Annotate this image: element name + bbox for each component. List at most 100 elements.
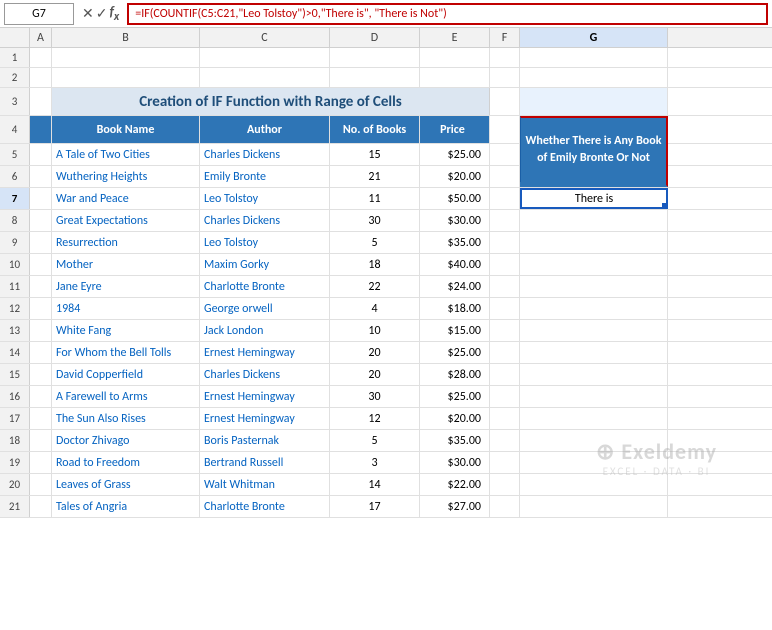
cell-E18[interactable]: $35.00: [420, 430, 490, 451]
cell-A9[interactable]: [30, 232, 52, 253]
cell-D8[interactable]: 30: [330, 210, 420, 231]
cell-G18[interactable]: [520, 430, 668, 451]
col-header-C[interactable]: C: [200, 28, 330, 47]
cell-C8[interactable]: Charles Dickens: [200, 210, 330, 231]
cell-E19[interactable]: $30.00: [420, 452, 490, 473]
cell-E10[interactable]: $40.00: [420, 254, 490, 275]
col-header-D[interactable]: D: [330, 28, 420, 47]
cell-C19[interactable]: Bertrand Russell: [200, 452, 330, 473]
cell-A17[interactable]: [30, 408, 52, 429]
cell-A13[interactable]: [30, 320, 52, 341]
cell-E16[interactable]: $25.00: [420, 386, 490, 407]
cell-G17[interactable]: [520, 408, 668, 429]
cancel-icon[interactable]: ✕: [82, 5, 94, 22]
cell-B4[interactable]: Book Name: [52, 116, 200, 143]
cell-F11[interactable]: [490, 276, 520, 297]
cell-A18[interactable]: [30, 430, 52, 451]
cell-A16[interactable]: [30, 386, 52, 407]
fill-handle[interactable]: [663, 204, 668, 209]
cell-B19[interactable]: Road to Freedom: [52, 452, 200, 473]
cell-C1[interactable]: [200, 48, 330, 67]
cell-C15[interactable]: Charles Dickens: [200, 364, 330, 385]
cell-A20[interactable]: [30, 474, 52, 495]
cell-B14[interactable]: For Whom the Bell Tolls: [52, 342, 200, 363]
cell-D21[interactable]: 17: [330, 496, 420, 517]
cell-G20[interactable]: [520, 474, 668, 495]
cell-F19[interactable]: [490, 452, 520, 473]
cell-F17[interactable]: [490, 408, 520, 429]
cell-D11[interactable]: 22: [330, 276, 420, 297]
cell-B21[interactable]: Tales of Angria: [52, 496, 200, 517]
cell-A21[interactable]: [30, 496, 52, 517]
cell-E8[interactable]: $30.00: [420, 210, 490, 231]
row-num-9[interactable]: 9: [0, 232, 30, 253]
cell-E2[interactable]: [420, 68, 490, 87]
col-header-B[interactable]: B: [52, 28, 200, 47]
cell-E17[interactable]: $20.00: [420, 408, 490, 429]
row-num-20[interactable]: 20: [0, 474, 30, 495]
cell-B16[interactable]: A Farewell to Arms: [52, 386, 200, 407]
cell-C12[interactable]: George orwell: [200, 298, 330, 319]
cell-C10[interactable]: Maxim Gorky: [200, 254, 330, 275]
cell-D1[interactable]: [330, 48, 420, 67]
row-num-7[interactable]: 7: [0, 188, 30, 209]
cell-F20[interactable]: [490, 474, 520, 495]
cell-reference-box[interactable]: G7: [4, 3, 74, 25]
cell-F7[interactable]: [490, 188, 520, 209]
cell-A11[interactable]: [30, 276, 52, 297]
cell-D9[interactable]: 5: [330, 232, 420, 253]
cell-F12[interactable]: [490, 298, 520, 319]
cell-C17[interactable]: Ernest Hemingway: [200, 408, 330, 429]
cell-D19[interactable]: 3: [330, 452, 420, 473]
cell-E12[interactable]: $18.00: [420, 298, 490, 319]
cell-G14[interactable]: [520, 342, 668, 363]
cell-B7[interactable]: War and Peace: [52, 188, 200, 209]
row-num-15[interactable]: 15: [0, 364, 30, 385]
cell-B12[interactable]: 1984: [52, 298, 200, 319]
cell-D20[interactable]: 14: [330, 474, 420, 495]
cell-A10[interactable]: [30, 254, 52, 275]
cell-F4[interactable]: [490, 116, 520, 143]
cell-E21[interactable]: $27.00: [420, 496, 490, 517]
cell-D2[interactable]: [330, 68, 420, 87]
cell-B5[interactable]: A Tale of Two Cities: [52, 144, 200, 165]
col-header-E[interactable]: E: [420, 28, 490, 47]
col-header-A[interactable]: A: [30, 28, 52, 47]
cell-D17[interactable]: 12: [330, 408, 420, 429]
cell-C9[interactable]: Leo Tolstoy: [200, 232, 330, 253]
cell-D16[interactable]: 30: [330, 386, 420, 407]
cell-C5[interactable]: Charles Dickens: [200, 144, 330, 165]
cell-D4[interactable]: No. of Books: [330, 116, 420, 143]
cell-D12[interactable]: 4: [330, 298, 420, 319]
row-num-16[interactable]: 16: [0, 386, 30, 407]
cell-C14[interactable]: Ernest Hemingway: [200, 342, 330, 363]
cell-F1[interactable]: [490, 48, 520, 67]
cell-A6[interactable]: [30, 166, 52, 187]
cell-F18[interactable]: [490, 430, 520, 451]
cell-A2[interactable]: [30, 68, 52, 87]
cell-F9[interactable]: [490, 232, 520, 253]
row-num-21[interactable]: 21: [0, 496, 30, 517]
cell-F3[interactable]: [490, 88, 520, 115]
cell-D15[interactable]: 20: [330, 364, 420, 385]
cell-G7[interactable]: There is ◄: [520, 188, 668, 209]
row-num-8[interactable]: 8: [0, 210, 30, 231]
cell-B6[interactable]: Wuthering Heights: [52, 166, 200, 187]
cell-C6[interactable]: Emily Bronte: [200, 166, 330, 187]
cell-G11[interactable]: [520, 276, 668, 297]
cell-E7[interactable]: $50.00: [420, 188, 490, 209]
cell-A5[interactable]: [30, 144, 52, 165]
cell-C20[interactable]: Walt Whitman: [200, 474, 330, 495]
cell-B11[interactable]: Jane Eyre: [52, 276, 200, 297]
cell-G21[interactable]: [520, 496, 668, 517]
cell-E13[interactable]: $15.00: [420, 320, 490, 341]
cell-F8[interactable]: [490, 210, 520, 231]
cell-F6[interactable]: [490, 166, 520, 187]
col-header-F[interactable]: F: [490, 28, 520, 47]
cell-A15[interactable]: [30, 364, 52, 385]
row-num-6[interactable]: 6: [0, 166, 30, 187]
cell-D18[interactable]: 5: [330, 430, 420, 451]
cell-F13[interactable]: [490, 320, 520, 341]
cell-F10[interactable]: [490, 254, 520, 275]
cell-B2[interactable]: [52, 68, 200, 87]
